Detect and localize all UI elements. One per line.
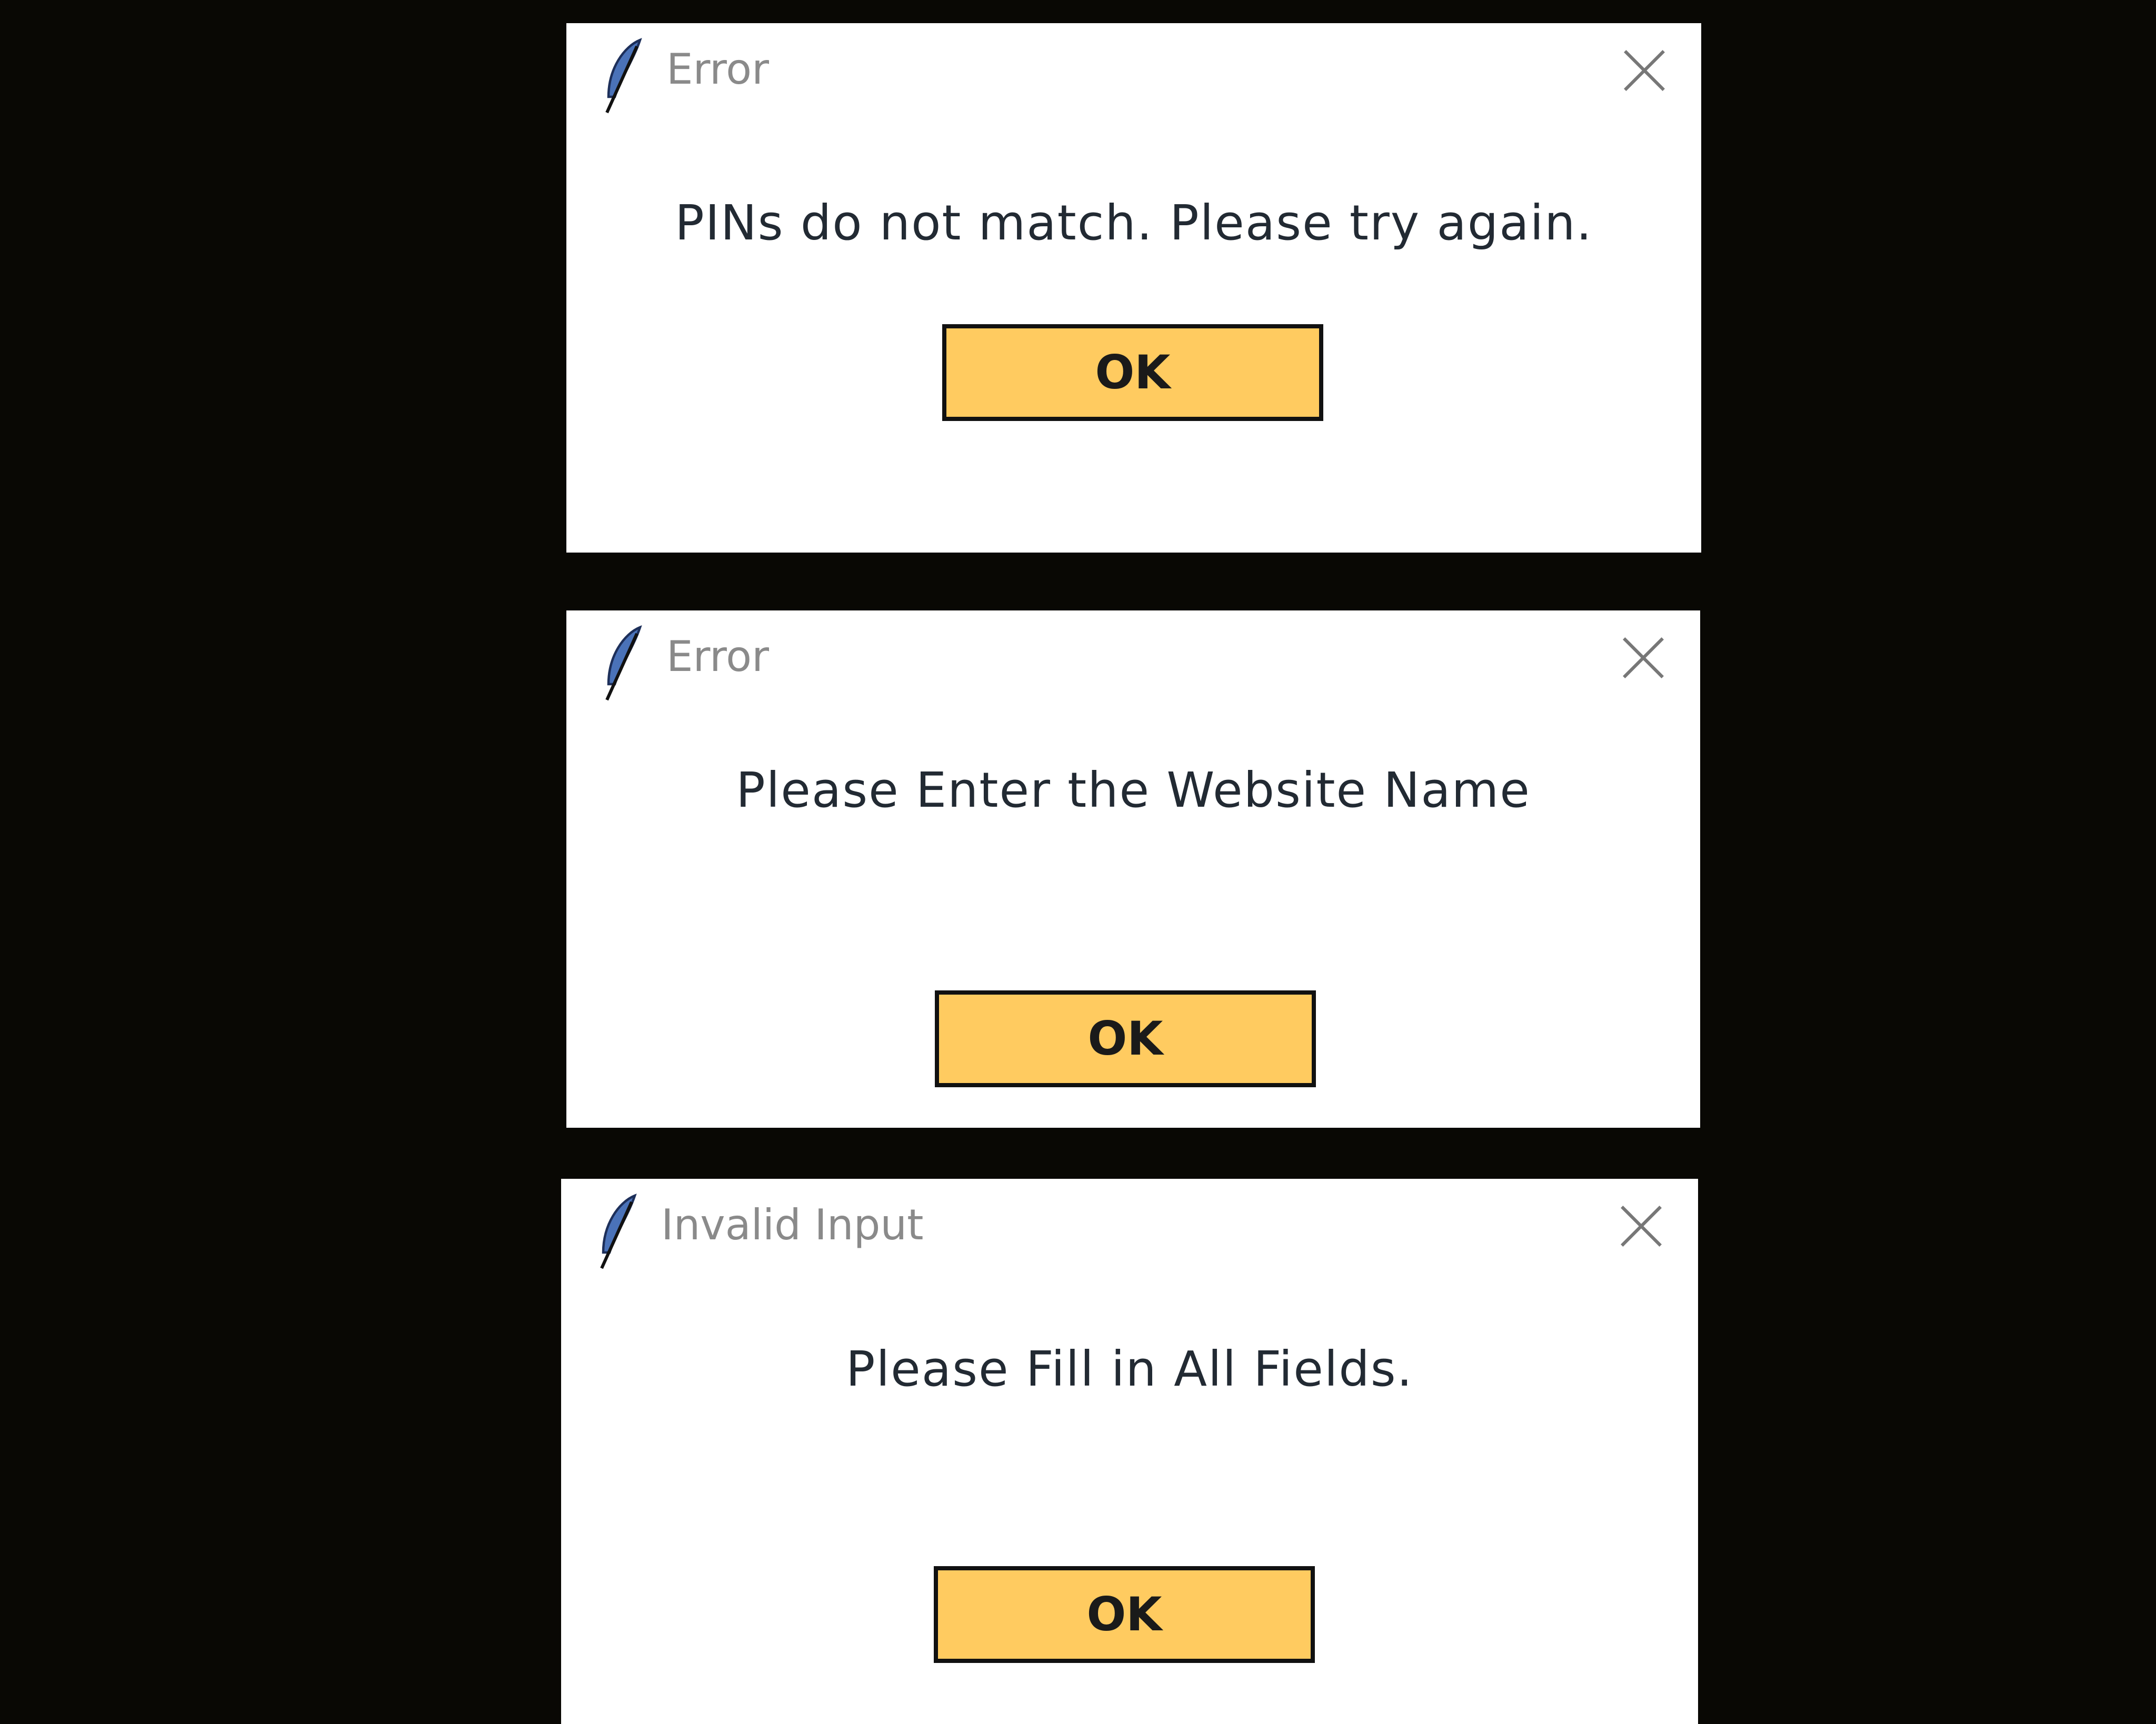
ok-button[interactable]: OK <box>935 990 1316 1087</box>
invalid-input-dialog: Invalid Input Please Fill in All Fields.… <box>561 1179 1698 1724</box>
ok-button[interactable]: OK <box>942 324 1323 421</box>
dialog-message: PINs do not match. Please try again. <box>675 195 1593 251</box>
close-icon[interactable] <box>1617 1202 1665 1250</box>
close-icon[interactable] <box>1619 634 1668 682</box>
dialog-title: Error <box>666 632 769 681</box>
dialog-message: Please Enter the Website Name <box>736 762 1531 818</box>
dialog-message: Please Fill in All Fields. <box>846 1341 1413 1397</box>
error-dialog-pin-mismatch: Error PINs do not match. Please try agai… <box>566 23 1701 553</box>
error-dialog-website-name: Error Please Enter the Website Name OK <box>566 610 1700 1128</box>
feather-icon <box>605 38 642 114</box>
feather-icon <box>605 625 642 701</box>
feather-icon <box>600 1194 637 1269</box>
close-icon[interactable] <box>1620 46 1669 95</box>
dialog-title: Error <box>666 45 769 94</box>
ok-button[interactable]: OK <box>934 1566 1315 1663</box>
dialog-title: Invalid Input <box>661 1200 924 1249</box>
